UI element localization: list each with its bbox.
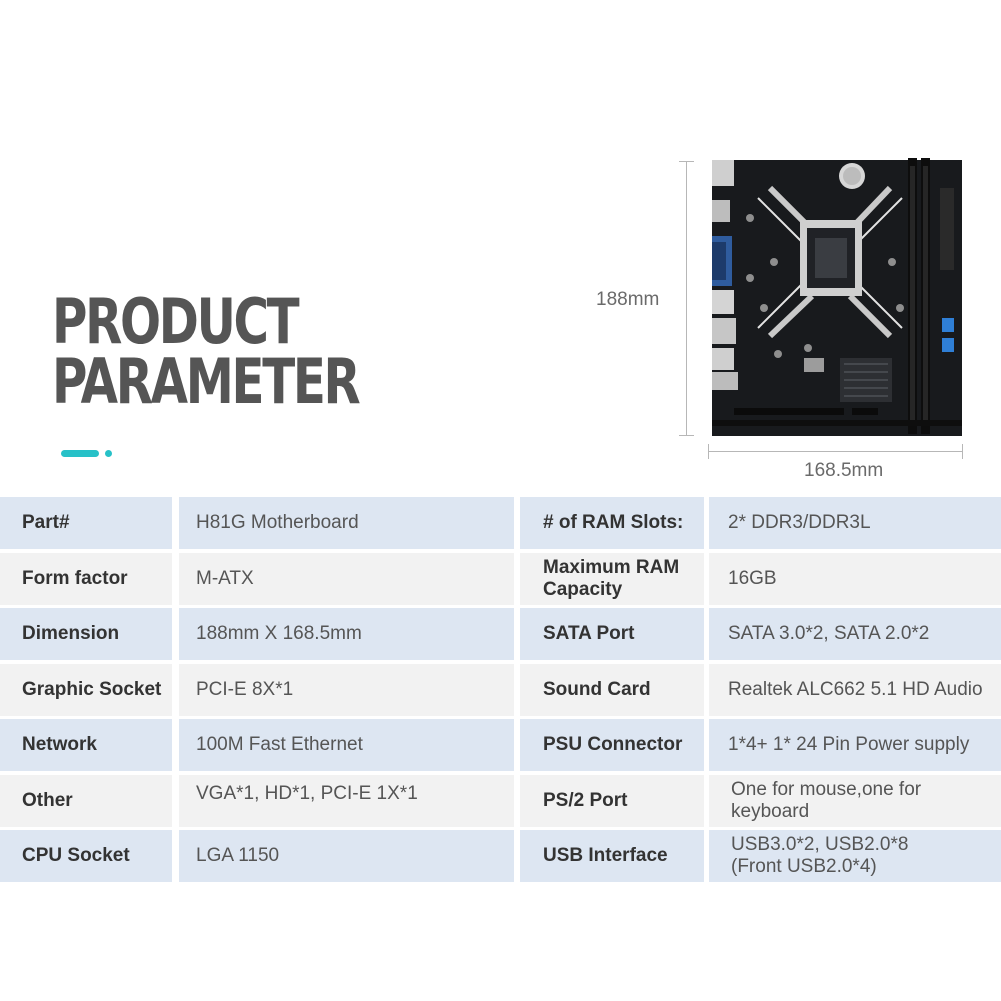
spec-value: 188mm X 168.5mm	[179, 608, 514, 660]
spec-label: Sound Card	[520, 664, 704, 716]
width-dimension-cap-right	[962, 444, 963, 459]
spec-value: 1*4+ 1* 24 Pin Power supply	[709, 719, 1001, 771]
table-row: Graphic Socket PCI-E 8X*1 Sound Card Rea…	[0, 664, 1001, 718]
spec-value: M-ATX	[179, 553, 514, 605]
width-dimension-line	[708, 451, 963, 452]
motherboard-image	[712, 158, 964, 438]
spec-value: LGA 1150	[179, 830, 514, 882]
height-dimension-cap-top	[679, 161, 694, 162]
title-line-product: PRODUCT	[52, 285, 300, 358]
height-dimension-label: 188mm	[596, 289, 660, 310]
spec-label: SATA Port	[520, 608, 704, 660]
spec-label: Part#	[0, 497, 172, 549]
spec-value: H81G Motherboard	[179, 497, 514, 549]
table-row: Form factor M-ATX Maximum RAM Capacity 1…	[0, 553, 1001, 607]
table-row: Dimension 188mm X 168.5mm SATA Port SATA…	[0, 608, 1001, 662]
height-dimension-line	[686, 161, 687, 435]
spec-label: Dimension	[0, 608, 172, 660]
spec-label: CPU Socket	[0, 830, 172, 882]
spec-label: USB Interface	[520, 830, 704, 882]
table-row: Part# H81G Motherboard # of RAM Slots: 2…	[0, 497, 1001, 551]
spec-value: Realtek ALC662 5.1 HD Audio	[709, 664, 1001, 716]
spec-value: PCI-E 8X*1	[179, 664, 514, 716]
spec-value: 16GB	[709, 553, 1001, 605]
spec-label: Other	[0, 775, 172, 827]
spec-label: PS/2 Port	[520, 775, 704, 827]
spec-label: # of RAM Slots:	[520, 497, 704, 549]
height-dimension-cap-bottom	[679, 435, 694, 436]
table-row: Network 100M Fast Ethernet PSU Connector…	[0, 719, 1001, 773]
width-dimension-label: 168.5mm	[804, 460, 884, 481]
accent-dash	[61, 450, 99, 457]
accent-dot	[105, 450, 112, 457]
spec-table: Part# H81G Motherboard # of RAM Slots: 2…	[0, 497, 1001, 886]
spec-label: Graphic Socket	[0, 664, 172, 716]
page-title: PRODUCT PARAMETER	[52, 285, 361, 418]
spec-label: Network	[0, 719, 172, 771]
spec-value: 2* DDR3/DDR3L	[709, 497, 1001, 549]
spec-label: Form factor	[0, 553, 172, 605]
spec-value: VGA*1, HD*1, PCI-E 1X*1	[179, 775, 514, 827]
table-row: CPU Socket LGA 1150 USB Interface USB3.0…	[0, 830, 1001, 884]
width-dimension-cap-left	[708, 444, 709, 459]
spec-label: PSU Connector	[520, 719, 704, 771]
spec-value: 100M Fast Ethernet	[179, 719, 514, 771]
spec-value: USB3.0*2, USB2.0*8 (Front USB2.0*4)	[709, 830, 1001, 882]
spec-value: SATA 3.0*2, SATA 2.0*2	[709, 608, 1001, 660]
title-line-parameter: PARAMETER	[52, 345, 361, 418]
table-row: Other VGA*1, HD*1, PCI-E 1X*1 PS/2 Port …	[0, 775, 1001, 829]
spec-value: One for mouse,one for keyboard	[709, 775, 1001, 827]
spec-label: Maximum RAM Capacity	[520, 553, 704, 605]
